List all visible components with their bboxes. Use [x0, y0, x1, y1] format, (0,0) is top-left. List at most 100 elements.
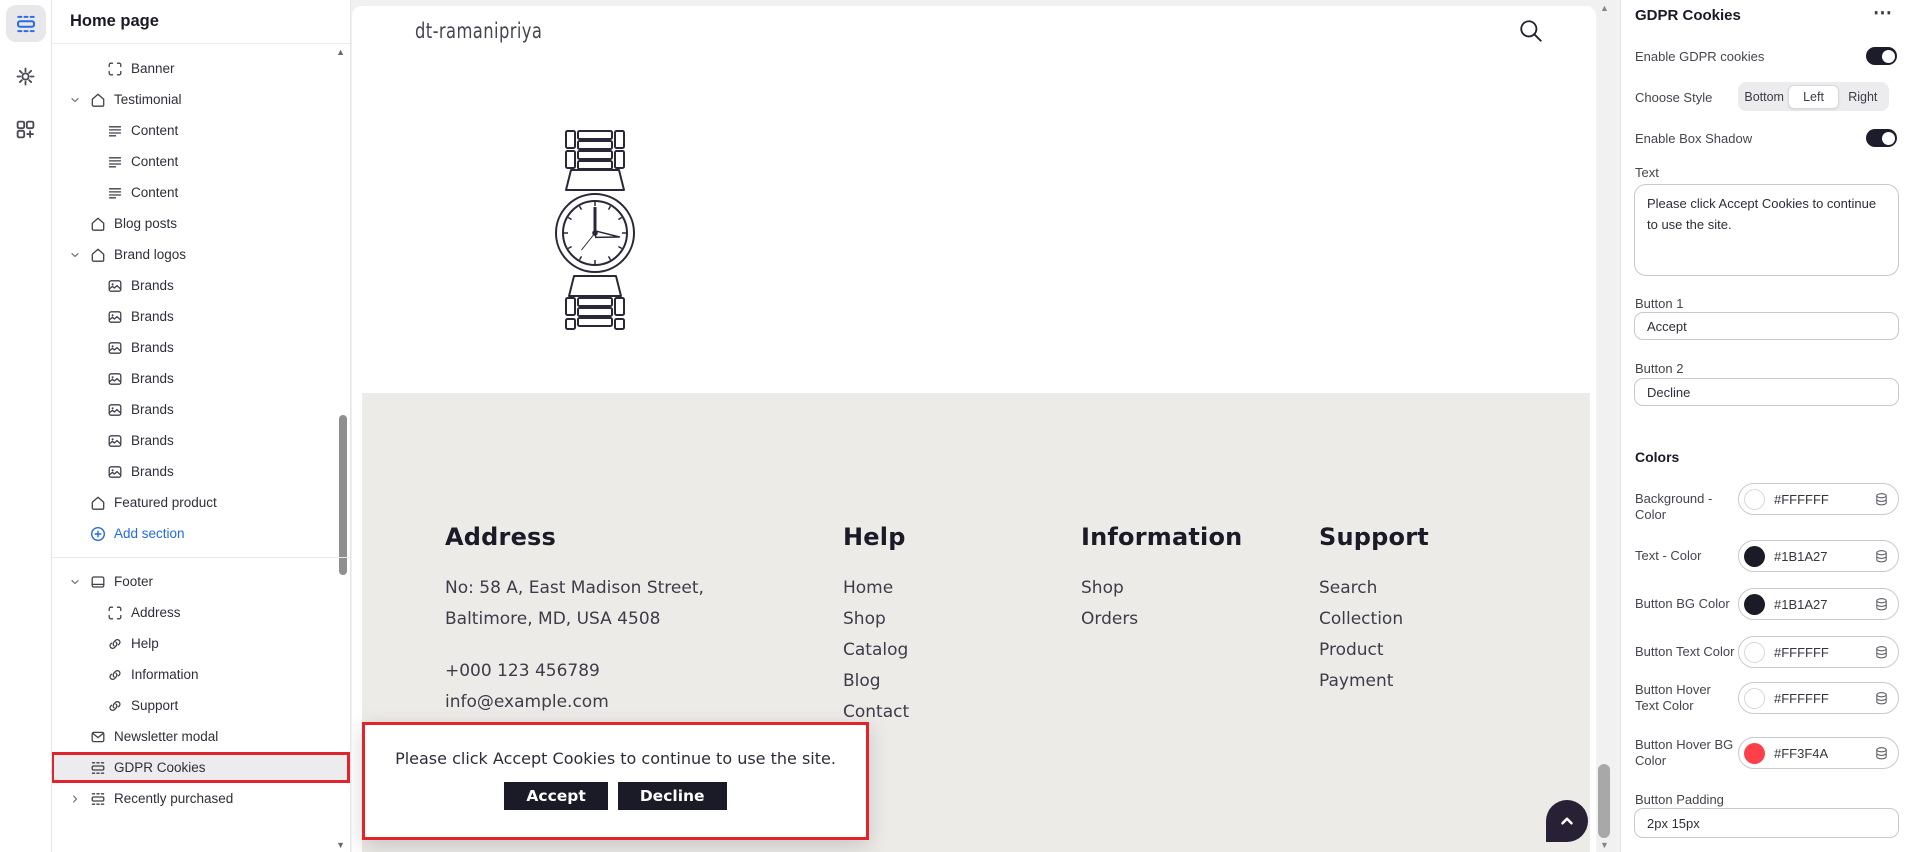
rail-apps-button[interactable]	[6, 111, 46, 148]
color-value: #FFFFFF	[1774, 691, 1874, 706]
frame-icon	[107, 61, 123, 77]
tree-item-help[interactable]: Help	[51, 628, 350, 659]
swatch-stack-icon	[1874, 597, 1889, 612]
tree-item-content[interactable]: Content	[51, 177, 350, 208]
link-icon	[107, 636, 123, 652]
preview-scrollbar-thumb[interactable]	[1598, 764, 1610, 838]
rail-sections-button[interactable]	[6, 5, 46, 42]
color-swatch	[1744, 688, 1765, 709]
home-icon	[90, 247, 106, 263]
button2-input[interactable]	[1634, 378, 1899, 406]
tree-item-brands[interactable]: Brands	[51, 456, 350, 487]
tree-item-brands[interactable]: Brands	[51, 425, 350, 456]
scroll-to-top-button[interactable]	[1546, 800, 1588, 842]
scroll-up-icon[interactable]: ▲	[1600, 4, 1609, 13]
accept-cookies-button[interactable]: Accept	[504, 782, 607, 810]
image-icon	[107, 433, 123, 449]
storefront-canvas: dt-ramanipriya	[352, 6, 1596, 852]
footer-link[interactable]: Shop	[1081, 573, 1242, 604]
footer-email[interactable]: info@example.com	[445, 687, 704, 718]
tree-item-brands[interactable]: Brands	[51, 301, 350, 332]
image-icon	[107, 464, 123, 480]
tree-item-brands[interactable]: Brands	[51, 332, 350, 363]
tree-item-brands[interactable]: Brands	[51, 270, 350, 301]
button1-input[interactable]	[1634, 312, 1899, 340]
footer-link[interactable]: Shop	[843, 604, 909, 635]
scroll-down-icon[interactable]: ▼	[336, 841, 345, 850]
decline-cookies-button[interactable]: Decline	[618, 782, 727, 810]
footer-link[interactable]: Home	[843, 573, 909, 604]
button-hover-text-color-label: Button Hover Text Color	[1635, 682, 1735, 714]
home-icon	[90, 92, 106, 108]
preview-scrollbar[interactable]: ▲ ▼	[1596, 0, 1618, 852]
chevron-right-icon[interactable]	[68, 793, 82, 805]
button1-label: Button 1	[1635, 296, 1683, 312]
cookie-banner-text: Please click Accept Cookies to continue …	[395, 749, 836, 768]
footer-link[interactable]: Payment	[1319, 666, 1429, 697]
enable-gdpr-toggle[interactable]	[1866, 47, 1897, 65]
scroll-down-icon[interactable]: ▼	[1600, 841, 1609, 850]
choose-style-label: Choose Style	[1635, 90, 1712, 106]
text-color-picker[interactable]: #1B1A27	[1738, 540, 1899, 572]
chevron-down-icon[interactable]	[68, 94, 82, 106]
more-menu-icon[interactable]: ⋯	[1873, 2, 1893, 25]
home-icon	[90, 495, 106, 511]
footer-link[interactable]: Collection	[1319, 604, 1429, 635]
bg-color-picker[interactable]: #FFFFFF	[1738, 483, 1899, 515]
add-section-button[interactable]: Add section	[51, 518, 350, 549]
footer-phone[interactable]: +000 123 456789	[445, 656, 704, 687]
page-title: Home page	[51, 0, 350, 44]
tree-item-support[interactable]: Support	[51, 690, 350, 721]
style-option-bottom[interactable]: Bottom	[1740, 86, 1788, 108]
footer-link[interactable]: Product	[1319, 635, 1429, 666]
swatch-stack-icon	[1874, 691, 1889, 706]
store-logo[interactable]: dt-ramanipriya	[415, 19, 542, 43]
search-icon[interactable]	[1518, 18, 1544, 44]
image-icon	[107, 278, 123, 294]
chevron-down-icon[interactable]	[68, 576, 82, 588]
chevron-down-icon[interactable]	[68, 249, 82, 261]
sections-sidebar: Home page ▲ ▼ Banner Testimonial Content…	[51, 0, 351, 852]
tree-item-testimonial[interactable]: Testimonial	[51, 84, 350, 115]
tree-item-brands[interactable]: Brands	[51, 394, 350, 425]
box-shadow-toggle[interactable]	[1866, 129, 1897, 147]
button-text-color-picker[interactable]: #FFFFFF	[1738, 636, 1899, 668]
cookie-text-input[interactable]	[1634, 184, 1899, 276]
tree-item-footer[interactable]: Footer	[51, 566, 350, 597]
footer-link[interactable]: Blog	[843, 666, 909, 697]
button-hover-text-color-picker[interactable]: #FFFFFF	[1738, 682, 1899, 714]
app-rail	[0, 0, 52, 852]
tree-item-brands[interactable]: Brands	[51, 363, 350, 394]
swatch-stack-icon	[1874, 746, 1889, 761]
tree-item-blog-posts[interactable]: Blog posts	[51, 208, 350, 239]
tree-item-address[interactable]: Address	[51, 597, 350, 628]
section-tree: Banner Testimonial Content Content Conte…	[51, 44, 350, 814]
footer-col-information: Information Shop Orders	[1081, 523, 1242, 635]
colors-heading: Colors	[1635, 449, 1679, 465]
tree-item-gdpr-cookies[interactable]: GDPR Cookies	[51, 752, 350, 783]
button-hover-bg-color-label: Button Hover BG Color	[1635, 737, 1735, 769]
tree-item-content[interactable]: Content	[51, 115, 350, 146]
tree-item-banner[interactable]: Banner	[51, 53, 350, 84]
home-icon	[90, 216, 106, 232]
footer-link[interactable]: Search	[1319, 573, 1429, 604]
footer-col-help: Help Home Shop Catalog Blog Contact	[843, 523, 909, 728]
style-option-right[interactable]: Right	[1839, 86, 1887, 108]
button-hover-bg-color-picker[interactable]: #FF3F4A	[1738, 737, 1899, 769]
panel-title: GDPR Cookies	[1635, 7, 1741, 24]
button-padding-input[interactable]	[1634, 808, 1899, 838]
style-option-left[interactable]: Left	[1788, 85, 1838, 109]
tree-item-information[interactable]: Information	[51, 659, 350, 690]
button-bg-color-picker[interactable]: #1B1A27	[1738, 588, 1899, 620]
color-value: #FF3F4A	[1774, 746, 1874, 761]
rail-settings-button[interactable]	[6, 58, 46, 95]
image-icon	[107, 340, 123, 356]
tree-item-recently-purchased[interactable]: Recently purchased	[51, 783, 350, 814]
footer-heading: Address	[445, 523, 704, 551]
tree-item-newsletter-modal[interactable]: Newsletter modal	[51, 721, 350, 752]
tree-item-content[interactable]: Content	[51, 146, 350, 177]
footer-link[interactable]: Catalog	[843, 635, 909, 666]
tree-item-brand-logos[interactable]: Brand logos	[51, 239, 350, 270]
footer-link[interactable]: Orders	[1081, 604, 1242, 635]
tree-item-featured-product[interactable]: Featured product	[51, 487, 350, 518]
